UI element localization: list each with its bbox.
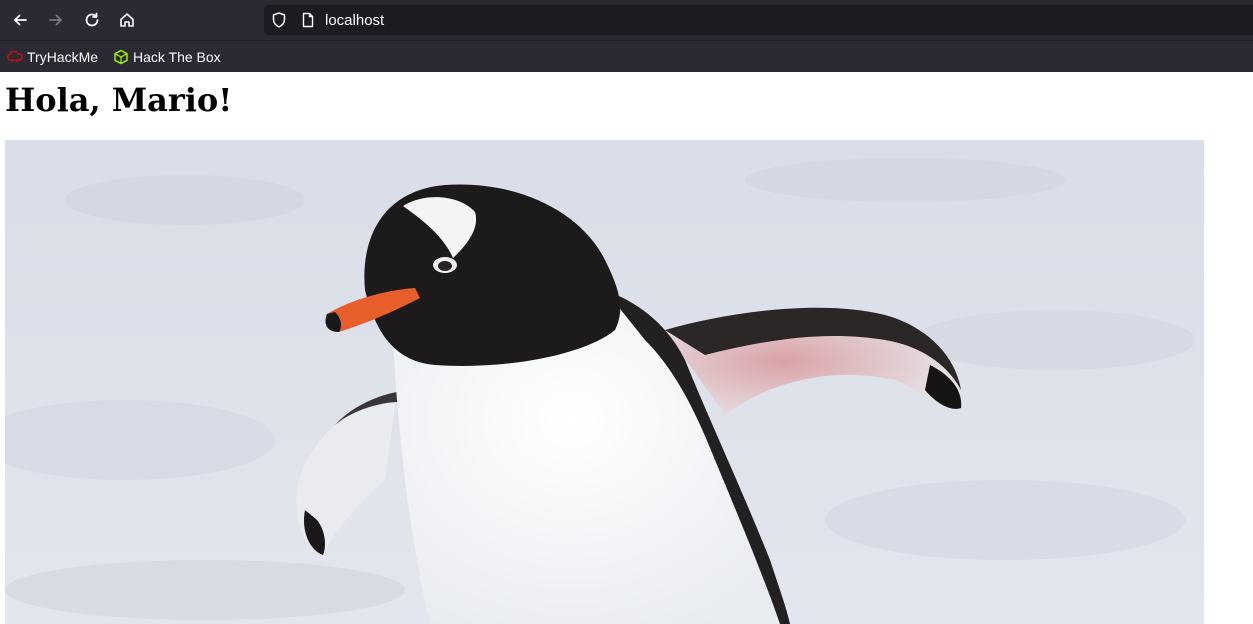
browser-toolbar: localhost [0, 0, 1253, 40]
page-title: Hola, Mario! [5, 81, 233, 119]
reload-icon [85, 12, 99, 27]
back-icon [14, 14, 27, 26]
url-text[interactable]: localhost [325, 12, 384, 29]
bookmark-tryhackme[interactable]: TryHackMe [7, 47, 98, 67]
page-content: Hola, Mario! [0, 72, 1253, 624]
home-icon [120, 13, 134, 27]
penguin-photo [5, 140, 1204, 624]
bookmarks-bar: TryHackMe Hack The Box [0, 40, 1253, 73]
bookmark-hackthebox[interactable]: Hack The Box [113, 47, 221, 67]
bookmark-label: Hack The Box [133, 49, 221, 65]
reload-button[interactable] [78, 6, 106, 34]
page-icon [302, 12, 314, 28]
bookmark-label: TryHackMe [27, 49, 99, 65]
back-button[interactable] [6, 6, 34, 34]
forward-icon [49, 14, 62, 26]
shield-icon[interactable] [270, 11, 288, 29]
url-bar[interactable]: localhost [264, 5, 1253, 35]
hackthebox-icon [114, 49, 128, 65]
forward-button[interactable] [42, 6, 70, 34]
home-button[interactable] [113, 6, 141, 34]
tryhackme-icon [7, 50, 23, 63]
